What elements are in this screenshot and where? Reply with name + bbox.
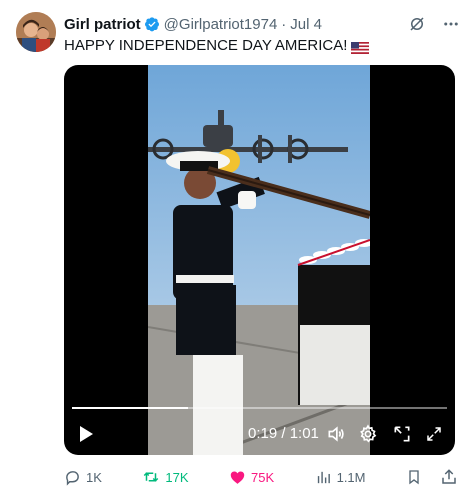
volume-icon[interactable]	[324, 420, 348, 448]
reply-count: 1K	[86, 469, 102, 485]
settings-gear-icon[interactable]	[356, 420, 380, 448]
like-button[interactable]: 75K	[229, 469, 274, 486]
author-handle[interactable]: @Girlpatriot1974	[164, 16, 278, 33]
repost-button[interactable]: 17K	[142, 468, 189, 486]
views-chart-icon	[317, 471, 330, 483]
more-options-icon[interactable]	[442, 15, 460, 33]
picture-in-picture-icon[interactable]	[390, 420, 414, 448]
bookmark-icon	[409, 470, 419, 485]
heart-icon	[230, 470, 245, 484]
tweet-body: HAPPY INDEPENDENCE DAY AMERICA!	[64, 37, 348, 54]
repost-icon	[144, 472, 159, 482]
share-button[interactable]	[440, 468, 458, 486]
tweet-date[interactable]: Jul 4	[290, 16, 322, 33]
video-controls: 0:19 / 1:01	[64, 420, 455, 448]
video-player[interactable]: 0:19 / 1:01	[64, 65, 455, 455]
tweet-header: Girl patriot @Girlpatriot1974 · Jul 4	[64, 14, 460, 34]
tweet-text: HAPPY INDEPENDENCE DAY AMERICA!	[64, 36, 370, 56]
us-flag-emoji	[351, 40, 370, 54]
video-progress-bar[interactable]	[72, 407, 447, 409]
video-progress-fill	[72, 407, 189, 409]
action-bar: 1K 17K 75K 1.1M	[64, 466, 458, 488]
views-count: 1.1M	[336, 469, 366, 485]
tweet-card[interactable]: Girl patriot @Girlpatriot1974 · Jul 4 HA…	[0, 0, 472, 500]
author-name[interactable]: Girl patriot	[64, 16, 141, 33]
video-time: 0:19 / 1:01	[248, 425, 319, 442]
reply-button[interactable]: 1K	[64, 469, 102, 486]
share-icon	[442, 469, 456, 484]
play-icon[interactable]	[74, 420, 98, 448]
grok-icon[interactable]	[408, 15, 426, 33]
verified-badge-icon	[144, 16, 160, 32]
video-frame[interactable]	[148, 65, 370, 455]
fullscreen-icon[interactable]	[422, 420, 446, 448]
avatar[interactable]	[16, 12, 56, 52]
repost-count: 17K	[165, 469, 189, 485]
views-button[interactable]: 1.1M	[315, 469, 366, 486]
reply-icon	[66, 470, 79, 486]
separator-dot: ·	[281, 15, 287, 33]
like-count: 75K	[250, 469, 275, 485]
bookmark-button[interactable]	[406, 468, 422, 486]
